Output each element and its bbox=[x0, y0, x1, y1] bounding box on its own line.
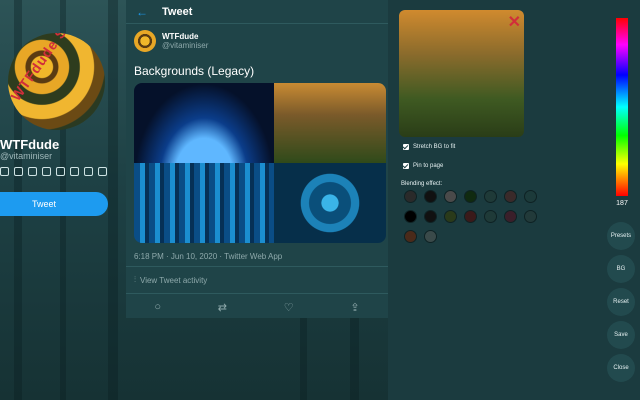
tweet-text: Backgrounds (Legacy) bbox=[134, 64, 255, 78]
share-icon[interactable]: ⇪ bbox=[350, 301, 359, 314]
blend-swatch[interactable] bbox=[464, 190, 477, 203]
hue-slider[interactable] bbox=[616, 18, 628, 196]
retweet-icon[interactable]: ⇄ bbox=[218, 301, 227, 314]
stretch-bg-label: Stretch BG to fit bbox=[413, 144, 456, 150]
blend-swatch[interactable] bbox=[424, 210, 437, 223]
close-button[interactable]: Close bbox=[607, 354, 635, 382]
blend-swatch[interactable] bbox=[504, 190, 517, 203]
tweet-author[interactable]: WTFdude @vitaminiser bbox=[134, 30, 208, 52]
blend-swatch[interactable] bbox=[444, 190, 457, 203]
blend-swatch[interactable] bbox=[404, 210, 417, 223]
profile-handle: @vitaminiser bbox=[0, 151, 53, 161]
nav-icons bbox=[0, 167, 107, 176]
close-icon[interactable]: ✕ bbox=[508, 12, 521, 32]
blend-swatch[interactable] bbox=[404, 230, 417, 243]
pin-to-page-option[interactable]: Pin to page bbox=[403, 163, 443, 169]
activity-icon: ⫶ bbox=[134, 275, 136, 284]
pin-to-page-label: Pin to page bbox=[413, 163, 444, 169]
media-forest-image[interactable] bbox=[274, 83, 386, 163]
tweet-activity-link[interactable]: ⫶ View Tweet activity bbox=[126, 266, 388, 294]
author-handle: @vitaminiser bbox=[162, 41, 209, 50]
tweet-actions: ○ ⇄ ♡ ⇪ bbox=[126, 296, 388, 318]
notifications-icon[interactable] bbox=[28, 167, 37, 176]
pin-to-page-checkbox[interactable] bbox=[403, 163, 409, 169]
author-avatar[interactable] bbox=[134, 30, 156, 52]
tweet-button[interactable]: Tweet bbox=[0, 192, 108, 216]
bg-button[interactable]: BG bbox=[607, 255, 635, 283]
blending-effect-label: Blending effect: bbox=[401, 181, 443, 187]
lists-icon[interactable] bbox=[70, 167, 79, 176]
presets-button[interactable]: Presets bbox=[607, 222, 635, 250]
profile-icon[interactable] bbox=[84, 167, 93, 176]
hue-value: 187 bbox=[616, 200, 628, 207]
background-settings-panel: ✕ Stretch BG to fit Pin to page Blending… bbox=[388, 0, 612, 400]
activity-label: View Tweet activity bbox=[140, 275, 208, 285]
panel-title: Tweet bbox=[162, 5, 193, 18]
profile-avatar[interactable]: WTFdude SS bbox=[8, 33, 105, 130]
media-earth-image[interactable] bbox=[134, 83, 274, 163]
blend-swatch[interactable] bbox=[504, 210, 517, 223]
profile-name: WTFdude bbox=[0, 137, 60, 152]
background-preview: ✕ bbox=[399, 10, 524, 137]
explore-icon[interactable] bbox=[14, 167, 23, 176]
blend-swatch[interactable] bbox=[524, 210, 537, 223]
like-icon[interactable]: ♡ bbox=[284, 301, 294, 314]
more-icon[interactable] bbox=[98, 167, 107, 176]
bookmarks-icon[interactable] bbox=[56, 167, 65, 176]
home-icon[interactable] bbox=[0, 167, 9, 176]
blend-swatch[interactable] bbox=[464, 210, 477, 223]
messages-icon[interactable] bbox=[42, 167, 51, 176]
blend-swatch[interactable] bbox=[524, 190, 537, 203]
back-arrow-icon[interactable]: ← bbox=[136, 5, 154, 19]
blend-swatch[interactable] bbox=[424, 230, 437, 243]
reply-icon[interactable]: ○ bbox=[154, 301, 161, 313]
media-blue-stripes-image[interactable] bbox=[134, 163, 274, 243]
blend-swatch[interactable] bbox=[424, 190, 437, 203]
tweet-meta: 6:18 PM · Jun 10, 2020 · Twitter Web App bbox=[134, 252, 283, 261]
tweet-panel: ← Tweet WTFdude @vitaminiser Backgrounds… bbox=[126, 0, 388, 318]
author-name[interactable]: WTFdude bbox=[162, 32, 208, 41]
blend-swatch[interactable] bbox=[444, 210, 457, 223]
stretch-bg-option[interactable]: Stretch BG to fit bbox=[403, 144, 455, 150]
tweet-media-grid bbox=[134, 83, 386, 243]
panel-header: ← Tweet bbox=[126, 0, 388, 24]
save-button[interactable]: Save bbox=[607, 321, 635, 349]
blend-swatch[interactable] bbox=[404, 190, 417, 203]
blend-swatch[interactable] bbox=[484, 210, 497, 223]
blend-swatch[interactable] bbox=[484, 190, 497, 203]
stretch-bg-checkbox[interactable] bbox=[403, 144, 409, 150]
reset-button[interactable]: Reset bbox=[607, 288, 635, 316]
media-blue-pattern-image[interactable] bbox=[274, 163, 386, 243]
